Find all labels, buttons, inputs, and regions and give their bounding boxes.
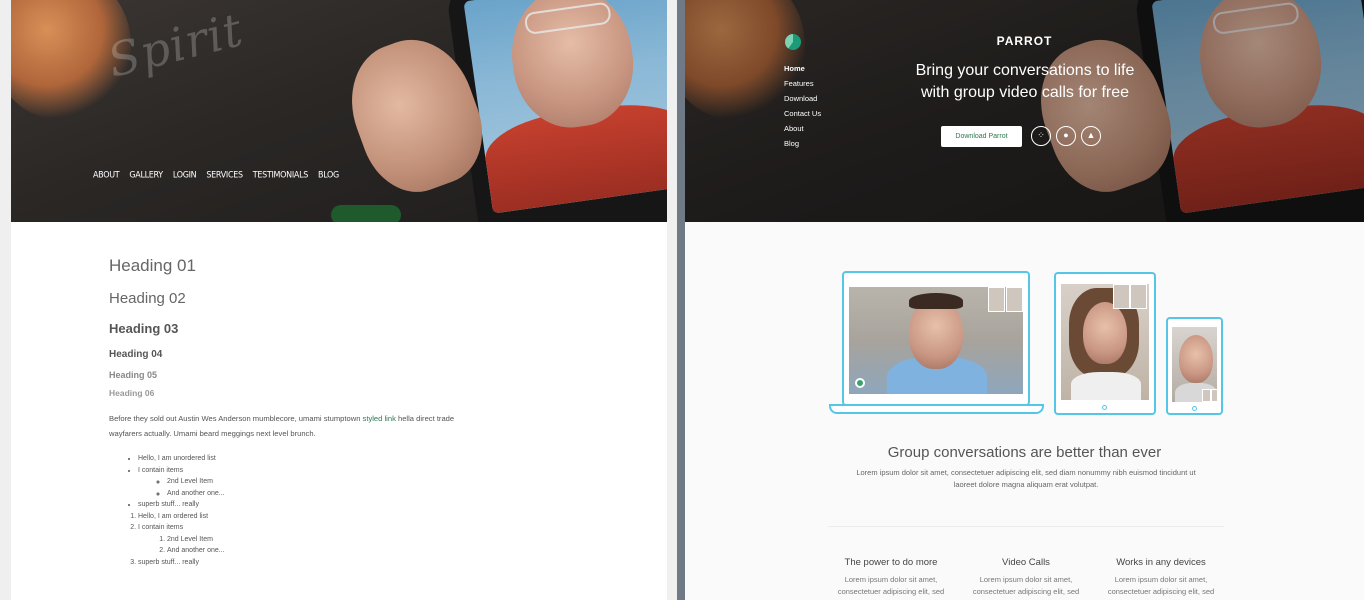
list-samples: Hello, I am unordered list I contain ite… bbox=[109, 453, 489, 568]
laptop-mockup bbox=[842, 271, 1030, 406]
list-item: superb stuff... really bbox=[138, 499, 489, 511]
check-badge-icon bbox=[855, 378, 865, 388]
feature-power: The power to do more Lorem ipsum dolor s… bbox=[826, 557, 956, 598]
tablet-mockup bbox=[1054, 272, 1156, 415]
nav-services[interactable]: SERVICES bbox=[206, 169, 243, 179]
heading-01: Heading 01 bbox=[109, 256, 196, 275]
nav-blog[interactable]: Blog bbox=[784, 136, 821, 151]
feature-title: The power to do more bbox=[844, 557, 938, 568]
nav-about[interactable]: ABOUT bbox=[93, 169, 120, 179]
nav-contact-us[interactable]: Contact Us bbox=[784, 106, 821, 121]
list-item: Hello, I am unordered list bbox=[138, 453, 489, 465]
spirit-nav: ABOUT GALLERY LOGIN SERVICES TESTIMONIAL… bbox=[93, 169, 339, 179]
list-item-text: I contain items bbox=[138, 524, 184, 531]
parrot-nav: Home Features Download Contact Us About … bbox=[784, 61, 821, 151]
list-item: I contain items 2nd Level Item And anoth… bbox=[138, 522, 489, 557]
home-button-icon bbox=[1102, 405, 1107, 410]
laptop-base bbox=[829, 404, 1044, 414]
phone-mockup bbox=[1166, 317, 1223, 415]
spirit-hero-photo: Spirit ABOUT GALLERY LOGIN SERVICES TEST… bbox=[11, 0, 667, 222]
comparison-stage: Spirit ABOUT GALLERY LOGIN SERVICES TEST… bbox=[0, 0, 1364, 600]
heading-02: Heading 02 bbox=[109, 290, 186, 307]
hero-tagline: Bring your conversations to life with gr… bbox=[875, 60, 1175, 104]
participant-thumbnail bbox=[1202, 389, 1211, 402]
spirit-theme-panel: Spirit ABOUT GALLERY LOGIN SERVICES TEST… bbox=[11, 0, 667, 600]
list-item: 2nd Level Item bbox=[167, 534, 489, 546]
nav-gallery[interactable]: GALLERY bbox=[129, 169, 163, 179]
brand-title: PARROT bbox=[996, 34, 1053, 48]
heading-05: Heading 05 bbox=[109, 370, 158, 380]
feature-text: Lorem ipsum dolor sit amet, consectetuer… bbox=[1107, 575, 1215, 596]
typography-sample: Heading 01 Heading 02 Heading 03 Heading… bbox=[109, 256, 489, 568]
feature-text: Lorem ipsum dolor sit amet, consectetuer… bbox=[837, 575, 945, 596]
list-item: I contain items 2nd Level Item And anoth… bbox=[138, 465, 489, 500]
parrot-hero-photo: Home Features Download Contact Us About … bbox=[685, 0, 1364, 222]
blackberry-icon[interactable]: ⁘ bbox=[1031, 126, 1051, 146]
nav-testimonials[interactable]: TESTIMONIALS bbox=[253, 169, 309, 179]
person-shirt bbox=[1071, 372, 1141, 400]
home-button-icon bbox=[1192, 406, 1197, 411]
body-paragraph: Before they sold out Austin Wes Anderson… bbox=[109, 411, 489, 441]
nav-about[interactable]: About bbox=[784, 121, 821, 136]
participant-thumbnail bbox=[1006, 287, 1023, 312]
tablet-screen bbox=[463, 0, 667, 214]
paragraph-text-start: Before they sold out Austin Wes Anderson… bbox=[109, 414, 363, 423]
tagline-line-2: with group video calls for free bbox=[920, 84, 1130, 101]
panel-divider bbox=[677, 0, 685, 600]
person-face bbox=[1083, 302, 1127, 364]
section-title: Group conversations are better than ever bbox=[887, 444, 1162, 461]
tagline-line-1: Bring your conversations to life bbox=[915, 62, 1135, 79]
participant-thumbnail bbox=[988, 287, 1005, 312]
apple-icon[interactable]: ● bbox=[1056, 126, 1076, 146]
list-item: superb stuff... really bbox=[138, 557, 489, 569]
parrot-theme-panel: Home Features Download Contact Us About … bbox=[685, 0, 1364, 600]
heading-04: Heading 04 bbox=[109, 349, 163, 360]
laptop-screen bbox=[849, 287, 1023, 394]
list-item: And another one... bbox=[167, 545, 489, 557]
feature-any-devices: Works in any devices Lorem ipsum dolor s… bbox=[1096, 557, 1226, 598]
left-gutter bbox=[0, 0, 11, 600]
participant-thumbnail bbox=[1211, 389, 1217, 402]
sleeve-shape bbox=[331, 205, 401, 222]
phone-screen bbox=[1172, 327, 1217, 402]
feature-title: Video Calls bbox=[1002, 557, 1050, 568]
list-item: And another one... bbox=[167, 488, 489, 500]
nav-features[interactable]: Features bbox=[784, 76, 821, 91]
section-divider bbox=[828, 526, 1224, 527]
feature-video-calls: Video Calls Lorem ipsum dolor sit amet, … bbox=[961, 557, 1091, 598]
tablet-screen bbox=[1061, 284, 1149, 400]
styled-link[interactable]: styled link bbox=[363, 414, 396, 423]
nav-login[interactable]: LOGIN bbox=[173, 169, 197, 179]
list-item-text: I contain items bbox=[138, 466, 184, 474]
person-face bbox=[1179, 335, 1213, 383]
heading-06: Heading 06 bbox=[109, 388, 155, 398]
list-item: Hello, I am ordered list bbox=[138, 511, 489, 523]
feature-text: Lorem ipsum dolor sit amet, consectetuer… bbox=[972, 575, 1080, 596]
section-text: Lorem ipsum dolor sit amet, consectetuer… bbox=[856, 468, 1196, 489]
download-parrot-button[interactable]: Download Parrot bbox=[941, 126, 1022, 147]
nav-blog[interactable]: BLOG bbox=[318, 169, 339, 179]
nav-download[interactable]: Download bbox=[784, 91, 821, 106]
android-icon[interactable]: ▲ bbox=[1081, 126, 1101, 146]
nested-unordered-list: 2nd Level Item And another one... bbox=[138, 476, 489, 499]
ordered-list: Hello, I am ordered list I contain items… bbox=[109, 511, 489, 569]
participant-thumbnail bbox=[1130, 284, 1147, 309]
heading-03: Heading 03 bbox=[109, 321, 179, 336]
feature-title: Works in any devices bbox=[1116, 557, 1206, 568]
nav-home[interactable]: Home bbox=[784, 61, 821, 76]
nested-ordered-list: 2nd Level Item And another one... bbox=[138, 534, 489, 557]
participant-thumbnail bbox=[1113, 284, 1130, 309]
list-item: 2nd Level Item bbox=[167, 476, 489, 488]
unordered-list: Hello, I am unordered list I contain ite… bbox=[109, 453, 489, 511]
person-hair bbox=[909, 293, 963, 309]
